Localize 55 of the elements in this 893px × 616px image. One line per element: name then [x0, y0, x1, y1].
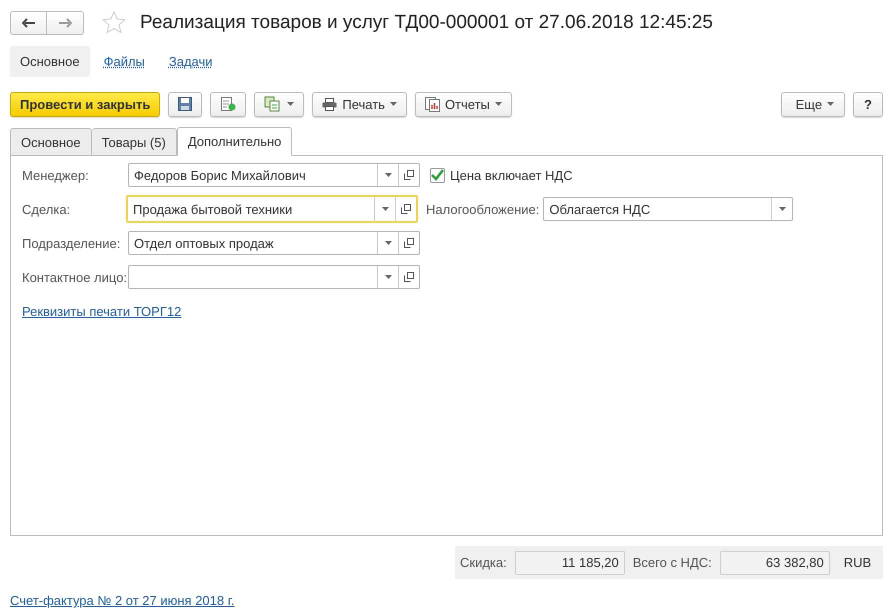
section-link[interactable]: Файлы — [94, 46, 155, 77]
caret-icon — [390, 102, 397, 106]
section-link[interactable]: Задачи — [158, 46, 223, 77]
section-link[interactable]: Основное — [10, 46, 90, 77]
select-field[interactable]: Облагается НДС — [543, 197, 794, 221]
select-field[interactable]: Продажа бытовой техники — [126, 195, 418, 223]
open-window-icon — [404, 272, 414, 282]
window-title: Реализация товаров и услуг ТД00-000001 от 27.06.2018 12:45:25 — [140, 12, 713, 34]
checkbox[interactable] — [430, 168, 445, 182]
caret-icon — [384, 173, 392, 177]
caret-icon — [778, 207, 786, 211]
tab[interactable]: Основное — [10, 128, 92, 156]
print-button[interactable]: Печать — [312, 92, 407, 116]
caret-icon — [384, 275, 392, 279]
field-label: Сделка: — [22, 202, 72, 216]
checkbox-label: Цена включает НДС — [450, 168, 573, 182]
select-field[interactable] — [128, 265, 420, 289]
tab[interactable]: Товары (5) — [92, 128, 177, 156]
invoice-link[interactable]: Счет-фактура № 2 от 27 июня 2018 г. — [10, 593, 235, 608]
select-field[interactable]: Отдел оптовых продаж — [128, 231, 420, 255]
currency-label: RUB — [844, 555, 872, 570]
open-window-icon — [401, 204, 411, 214]
right-arrow-icon — [58, 18, 72, 28]
post-button[interactable] — [210, 92, 246, 116]
back-button[interactable] — [10, 10, 47, 34]
select-field[interactable]: Федоров Борис Михайлович — [128, 163, 420, 187]
report-icon — [424, 96, 440, 112]
total-label: Всего с НДС: — [632, 555, 712, 570]
more-button[interactable]: Еще — [780, 92, 846, 116]
caret-icon — [384, 241, 392, 245]
caret-icon — [494, 102, 502, 106]
total-field: 63 382,80 — [720, 550, 830, 574]
field-label: Контактное лицо: — [22, 270, 128, 284]
open-window-icon — [404, 238, 414, 248]
tab[interactable]: Дополнительно — [176, 127, 292, 156]
field-label: Подразделение: — [22, 236, 122, 250]
field-label: Налогообложение: — [426, 202, 540, 216]
documents-icon — [264, 96, 282, 112]
printer-icon — [322, 98, 338, 110]
reports-button[interactable]: Отчеты — [414, 92, 512, 116]
discount-label: Скидка: — [460, 555, 507, 570]
field-label: Менеджер: — [22, 168, 90, 182]
create-based-on-button[interactable] — [254, 92, 304, 116]
caret-icon — [287, 102, 294, 106]
print-details-link[interactable]: Реквизиты печати ТОРГ12 — [22, 304, 182, 318]
star-icon[interactable] — [102, 11, 126, 34]
discount-field: 11 185,20 — [514, 550, 625, 574]
open-window-icon — [404, 170, 414, 180]
checkmark-icon — [431, 169, 444, 181]
save-button[interactable] — [168, 92, 202, 116]
help-button[interactable]: ? — [853, 92, 883, 116]
post-and-close-button[interactable]: Провести и закрыть — [10, 92, 160, 116]
left-arrow-icon — [22, 18, 35, 28]
caret-icon — [382, 207, 388, 211]
caret-icon — [827, 102, 834, 106]
